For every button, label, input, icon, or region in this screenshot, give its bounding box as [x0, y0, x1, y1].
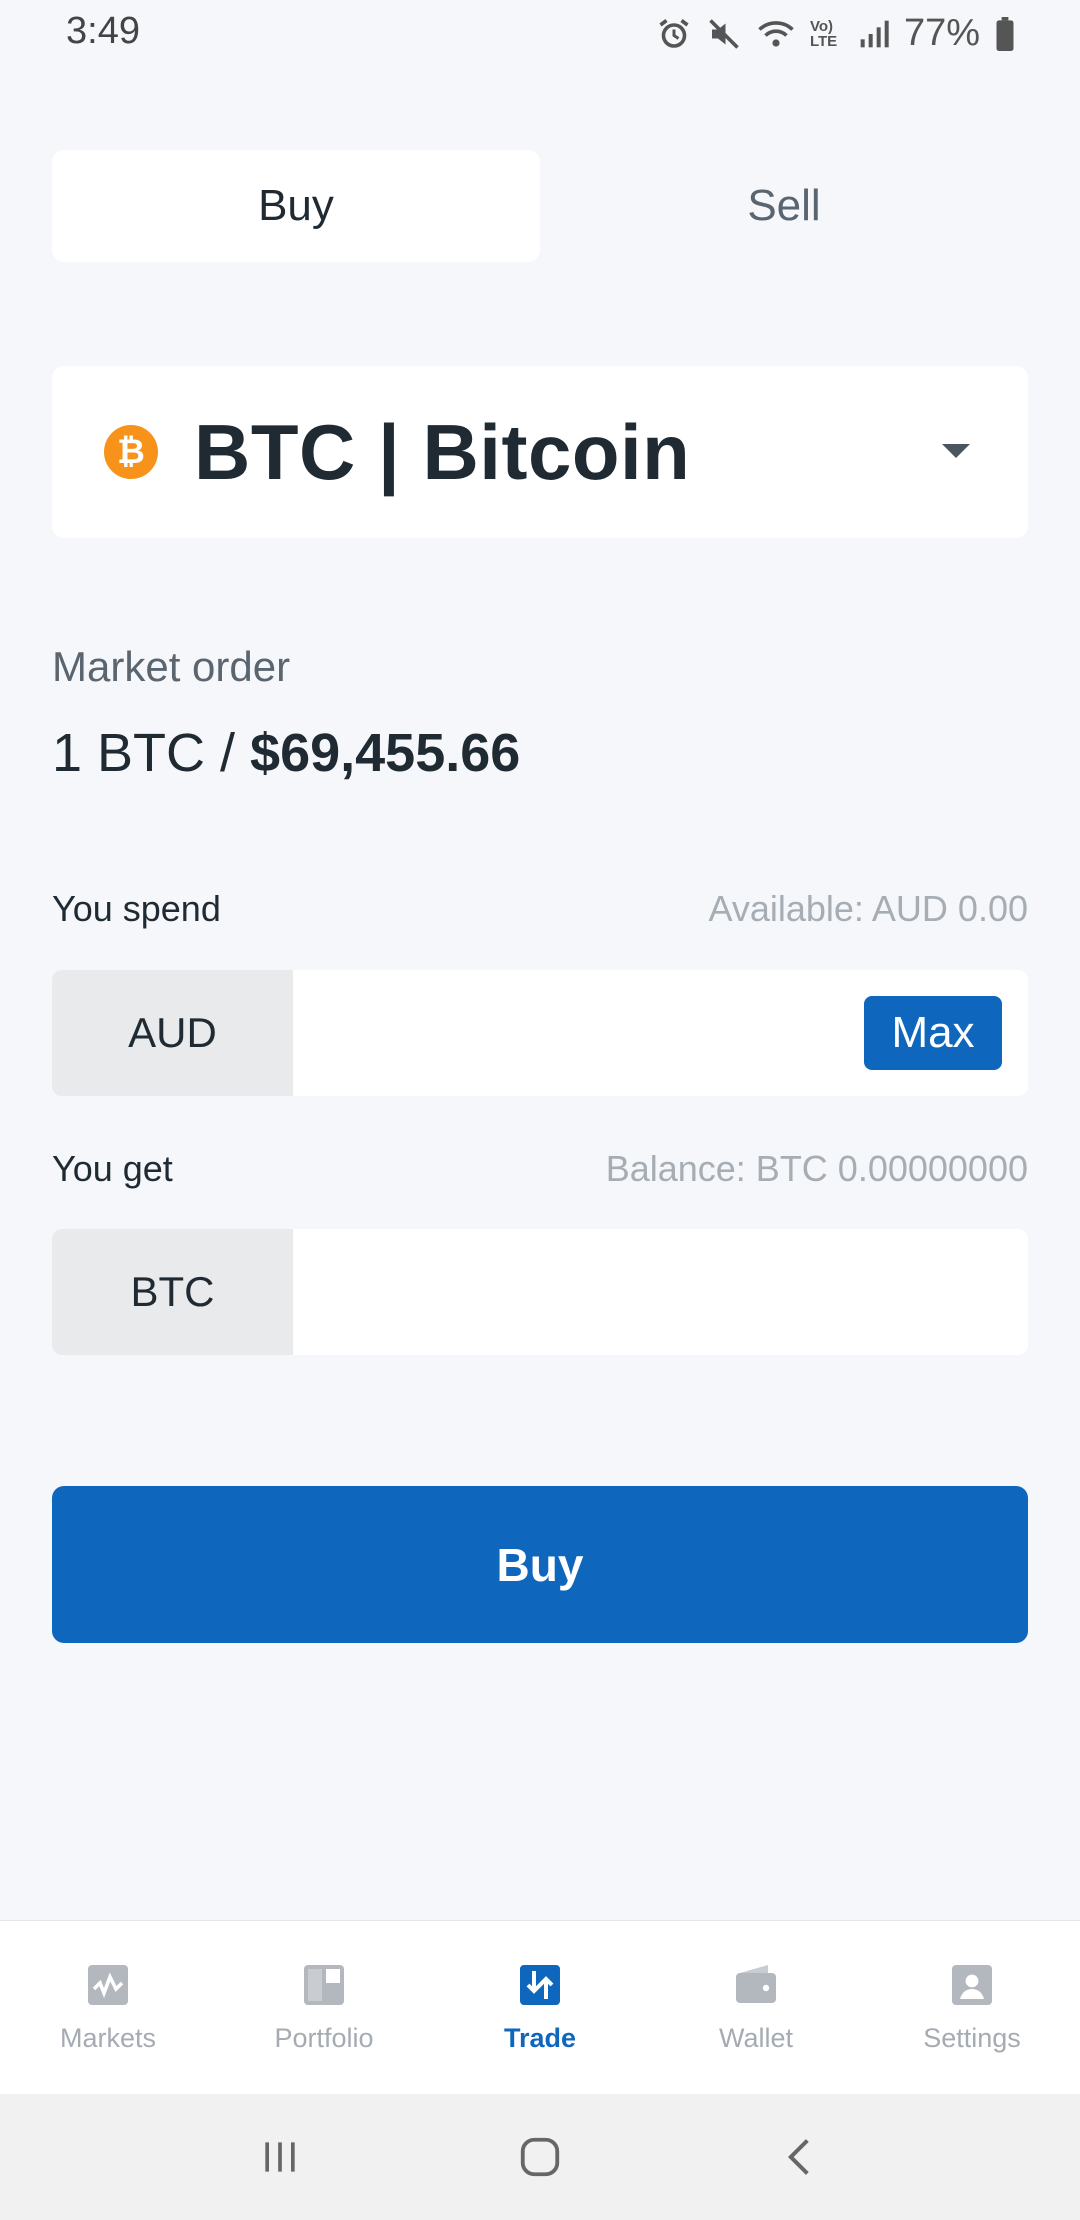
nav-settings[interactable]: Settings: [864, 1921, 1080, 2094]
nav-wallet[interactable]: Wallet: [648, 1921, 864, 2094]
get-label: You get: [52, 1148, 173, 1189]
back-icon: [788, 2139, 810, 2175]
available-balance: Available: AUD 0.00: [708, 888, 1028, 929]
spend-input-row: AUD Max: [52, 970, 1028, 1096]
nav-label: Portfolio: [274, 2023, 374, 2053]
nav-label: Trade: [503, 2023, 577, 2053]
bottom-nav: Markets Portfolio Trade Wallet Settings: [0, 1920, 1080, 2094]
tab-sell[interactable]: Sell: [540, 150, 1028, 262]
rate-value: $69,455.66: [250, 723, 521, 783]
wifi-icon: [756, 16, 796, 52]
nav-label: Settings: [923, 2023, 1021, 2053]
back-button[interactable]: [778, 2135, 822, 2179]
spend-currency: AUD: [52, 970, 293, 1096]
status-time: 3:49: [66, 10, 140, 52]
buy-button[interactable]: Buy: [52, 1486, 1028, 1643]
chevron-down-icon: [942, 444, 970, 458]
settings-icon: [952, 1965, 992, 2005]
battery-icon: [994, 16, 1016, 51]
markets-icon: [88, 1965, 128, 2005]
lte-label: Vo) LTE: [809, 17, 838, 50]
battery-percent: 77%: [903, 12, 980, 54]
tab-buy[interactable]: Buy: [52, 150, 540, 262]
home-button[interactable]: [517, 2134, 563, 2180]
asset-selector[interactable]: ₿ BTC | Bitcoin: [52, 366, 1028, 538]
bitcoin-logo-icon: ₿: [104, 425, 158, 479]
get-input-row: BTC: [52, 1229, 1028, 1355]
nav-trade[interactable]: Trade: [432, 1921, 648, 2094]
status-bar: 3:49 Vo) LTE 77%: [0, 0, 1080, 70]
get-currency: BTC: [52, 1229, 293, 1355]
alarm-icon: [656, 16, 692, 52]
max-button[interactable]: Max: [864, 996, 1002, 1070]
trade-icon: [520, 1965, 560, 2005]
wallet-icon: [736, 1965, 776, 2003]
asset-name: BTC | Bitcoin: [194, 407, 691, 496]
system-nav-bar: [0, 2094, 1080, 2220]
rate-prefix: 1 BTC /: [52, 723, 251, 783]
nav-portfolio[interactable]: Portfolio: [216, 1921, 432, 2094]
market-rate: 1 BTC / $69,455.66: [52, 722, 520, 784]
spend-label: You spend: [52, 888, 221, 929]
home-icon: [520, 2137, 560, 2177]
btc-balance: Balance: BTC 0.00000000: [605, 1148, 1028, 1189]
nav-markets[interactable]: Markets: [0, 1921, 216, 2094]
nav-label: Wallet: [718, 2023, 793, 2053]
mute-icon: [706, 16, 742, 52]
recent-apps-icon: [264, 2142, 295, 2172]
recent-apps-button[interactable]: [258, 2135, 302, 2179]
get-amount-input[interactable]: [293, 1229, 1028, 1355]
signal-icon: [858, 18, 890, 50]
order-type-label: Market order: [52, 643, 291, 690]
nav-label: Markets: [59, 2023, 157, 2053]
buy-sell-toggle: Buy Sell: [52, 150, 1028, 262]
status-icons: Vo) LTE 77%: [656, 12, 1016, 55]
portfolio-icon: [304, 1965, 344, 2005]
